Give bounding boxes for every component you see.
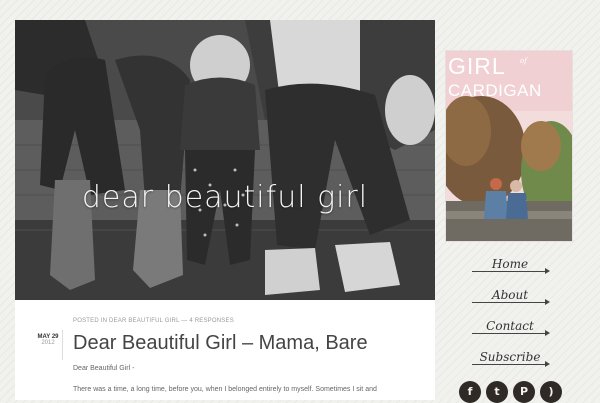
arrow-icon [472, 268, 550, 274]
social-links: f t P ) [459, 381, 569, 403]
post-meta: POSTED IN DEAR BEAUTIFUL GIRL — 4 RESPON… [73, 318, 234, 324]
brand-name-top: GIRL [448, 53, 506, 79]
meta-separator: — [181, 318, 188, 324]
nav-subscribe-label: Subscribe [479, 350, 541, 364]
hero-title: dear beautiful girl [81, 180, 369, 215]
main-content: dear beautiful girl POSTED IN DEAR BEAUT… [15, 20, 435, 400]
arrow-icon [472, 330, 550, 336]
family-photo [15, 20, 435, 300]
sidebar-nav: Home About Contact Subscribe [470, 255, 550, 379]
brand-name-of: of [520, 57, 527, 65]
brand-name-bottom: CARDIGAN [448, 81, 542, 100]
meta-prefix: POSTED IN [73, 318, 108, 324]
date-year: 2012 [41, 340, 55, 346]
arrow-icon [472, 361, 550, 367]
category-link[interactable]: DEAR BEAUTIFUL GIRL [109, 318, 179, 324]
featured-image[interactable]: dear beautiful girl [15, 20, 435, 300]
nav-subscribe[interactable]: Subscribe [470, 348, 550, 379]
nav-about-label: About [491, 288, 529, 302]
responses-link[interactable]: 4 RESPONSES [189, 318, 234, 324]
nav-contact[interactable]: Contact [470, 317, 550, 348]
nav-home[interactable]: Home [470, 255, 550, 286]
arrow-icon [472, 299, 550, 305]
post-salutation: Dear Beautiful Girl - [73, 365, 135, 372]
nav-contact-label: Contact [486, 319, 534, 333]
post-title[interactable]: Dear Beautiful Girl – Mama, Bare [73, 332, 368, 355]
post-paragraph: There was a time, a long time, before yo… [73, 386, 377, 393]
nav-about[interactable]: About [470, 286, 550, 317]
nav-home-label: Home [491, 257, 529, 271]
brand-widget[interactable]: GIRL of CARDIGAN [445, 50, 573, 242]
post-date: MAY 29 2012 [34, 330, 63, 360]
